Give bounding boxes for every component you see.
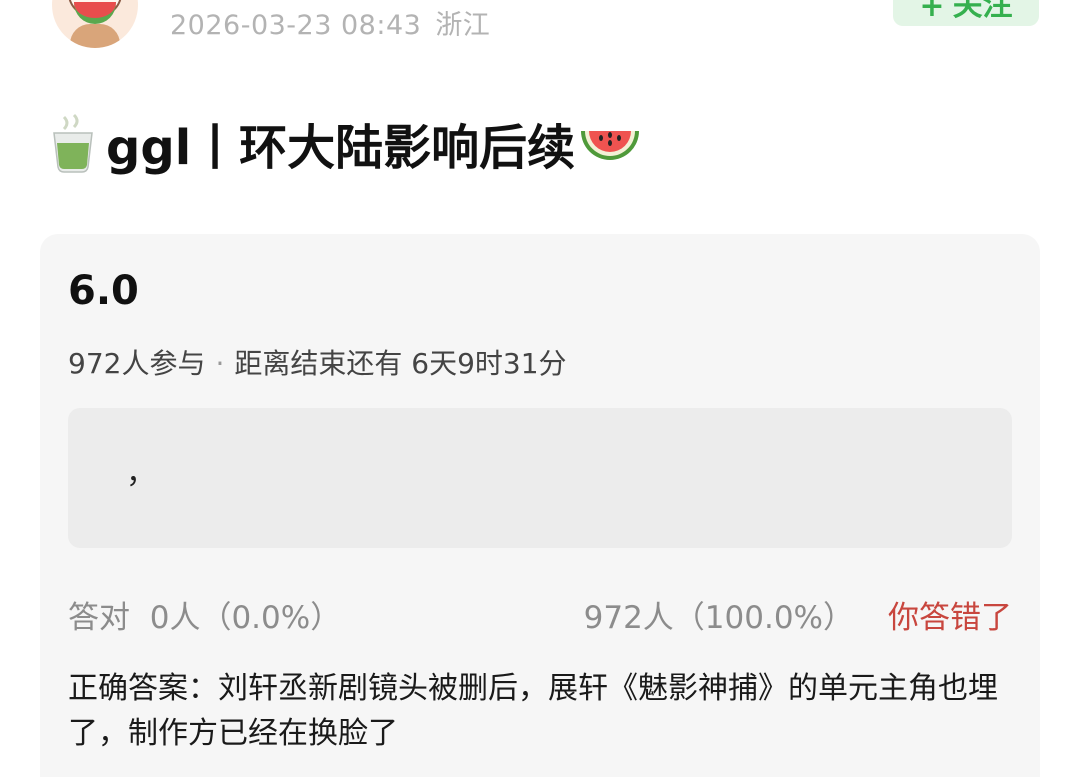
user-answer: ， (126, 456, 156, 491)
result-row: 答对 0人（0.0%） 972人（100.0%） 你答错了 (68, 592, 1012, 637)
post-title-text: ggl丨环大陆影响后续 (106, 120, 576, 176)
avatar-watermelon (74, 2, 116, 24)
post-location: 浙江 (435, 10, 491, 41)
correct-answer: 正确答案：刘轩丞新剧镜头被删后，展轩《魅影神捕》的单元主角也埋了，制作方已经在换… (68, 671, 998, 751)
quiz-score: 6.0 (68, 268, 139, 314)
answer-box: ， (68, 408, 1012, 548)
watermelon-icon (581, 131, 640, 160)
wrong-answer-badge: 你答错了 (888, 600, 1012, 636)
correct-label: 答对 (68, 600, 130, 636)
quiz-card: 6.0 972人参与 · 距离结束还有 6天9时31分 ， 答对 0人（0.0%） … (40, 234, 1040, 777)
avatar[interactable] (52, 0, 138, 48)
correct-count: 0人（0.0%） (149, 600, 342, 636)
plus-icon: + (919, 0, 945, 24)
follow-label: 关注 (952, 0, 1013, 23)
wrong-count: 972人（100.0%） (583, 600, 854, 636)
wrong-stat: 972人（100.0%） 你答错了 (584, 592, 1012, 637)
stats-separator: · (215, 347, 225, 380)
post-page: 2026-03-23 08:43 浙江 + 关注 ggl丨环大陆影响后续 6.0 … (0, 0, 1080, 777)
avatar-body (70, 24, 120, 48)
post-title: ggl丨环大陆影响后续 (50, 108, 643, 178)
participant-count: 972人参与 (68, 347, 206, 380)
correct-stat: 答对 0人（0.0%） (68, 592, 341, 637)
tea-cup-icon (53, 113, 93, 173)
time-remaining: 距离结束还有 6天9时31分 (234, 347, 567, 380)
post-date: 2026-03-23 08:43 (170, 10, 422, 41)
quiz-stats: 972人参与 · 距离结束还有 6天9时31分 (68, 342, 567, 382)
follow-button[interactable]: + 关注 (893, 0, 1039, 26)
post-meta: 2026-03-23 08:43 浙江 (170, 3, 490, 42)
